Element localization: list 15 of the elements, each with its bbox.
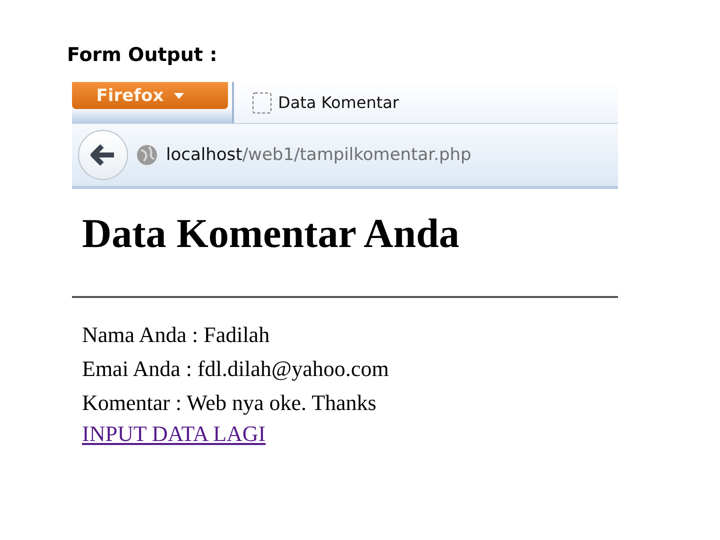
page-heading: Data Komentar Anda [82, 209, 460, 258]
browser-tab[interactable]: Data Komentar [234, 82, 399, 123]
caret-icon [174, 92, 184, 98]
comment-field-text: Emai Anda : fdl.dilah@yahoo.com [82, 355, 390, 384]
globe-icon [136, 144, 158, 166]
slide-caption: Form Output : [67, 44, 218, 68]
comment-field-text: Komentar : Web nya oke. Thanks [82, 389, 378, 418]
back-button[interactable] [78, 130, 128, 180]
address-bar[interactable]: localhost/web1/tampilkomentar.php [136, 144, 472, 166]
blank-page-icon [252, 92, 272, 114]
input-again-link[interactable]: INPUT DATA LAGI [82, 420, 266, 448]
comment-field-text: Nama Anda : Fadilah [82, 321, 271, 350]
url-path: /web1/tampilkomentar.php [242, 145, 472, 165]
url-host: localhost [166, 145, 242, 165]
back-arrow-icon [90, 144, 116, 166]
